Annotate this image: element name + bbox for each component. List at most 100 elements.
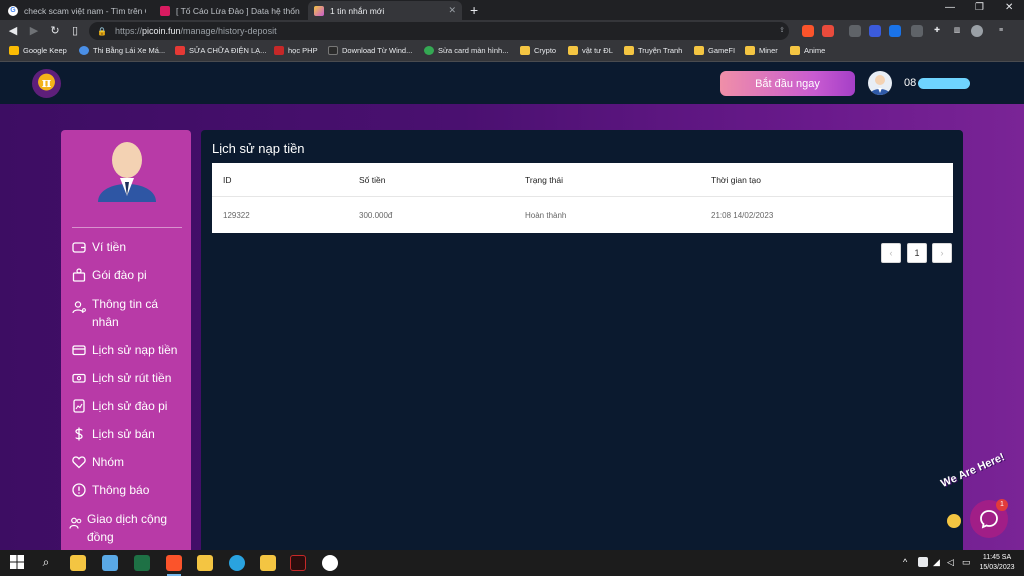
dollar-icon bbox=[75, 427, 83, 441]
bookmark-folder-anime[interactable]: Anime bbox=[790, 46, 825, 55]
sidebar-item-mining-package[interactable]: Gói đào pi bbox=[72, 266, 182, 284]
browser-tab-scam-report[interactable]: [ Tố Cáo Lừa Đảo ] Data hệ thống Che bbox=[154, 1, 306, 20]
back-icon[interactable]: ◀ bbox=[5, 23, 21, 39]
bookmark-driving-test[interactable]: Thi Bằng Lái Xe Má... bbox=[79, 46, 165, 55]
extension-1-icon[interactable] bbox=[849, 25, 861, 37]
folder-icon bbox=[520, 46, 530, 55]
globe-icon bbox=[79, 46, 89, 55]
start-now-button[interactable]: Bắt đầu ngay bbox=[720, 71, 855, 96]
keyboard-language-icon[interactable]: ▭ bbox=[962, 557, 971, 568]
pi-logo[interactable]: π bbox=[32, 69, 61, 98]
bookmark-google-keep[interactable]: Google Keep bbox=[9, 46, 67, 55]
new-tab-icon[interactable]: + bbox=[470, 2, 478, 18]
browser-toolbar: ◀ ▶ ↻ ▯ 🔒 https://picoin.fun/manage/hist… bbox=[0, 20, 1024, 42]
pagination-page-1[interactable]: 1 bbox=[907, 243, 927, 263]
bookmark-folder-crypto[interactable]: Crypto bbox=[520, 46, 556, 55]
reload-icon[interactable]: ↻ bbox=[47, 23, 63, 39]
site-icon bbox=[328, 46, 338, 55]
bookmark-page-icon[interactable]: ▯ bbox=[67, 23, 83, 39]
sidebar-toggle-icon[interactable]: ▥ bbox=[951, 25, 963, 37]
lock-favicon-icon bbox=[160, 5, 170, 16]
minimize-window-icon[interactable]: — bbox=[945, 2, 955, 13]
extension-4-icon[interactable] bbox=[911, 25, 923, 37]
bookmarks-bar: Google Keep Thi Bằng Lái Xe Má... SỬA CH… bbox=[0, 42, 1024, 62]
volume-icon[interactable]: ◁ bbox=[947, 557, 954, 568]
share-icon[interactable]: ⇪ bbox=[776, 25, 788, 37]
bookmark-folder-gamefi[interactable]: GameFI bbox=[694, 46, 735, 55]
browser-tab-bar: G check scam việt nam - Tìm trên Google … bbox=[0, 0, 1024, 20]
keep-icon bbox=[9, 46, 19, 55]
credit-card-icon bbox=[72, 345, 86, 356]
app-icon[interactable] bbox=[102, 555, 118, 571]
bookmark-download[interactable]: Download Từ Wind... bbox=[328, 46, 412, 55]
app-icon[interactable] bbox=[290, 555, 306, 571]
extension-2-icon[interactable] bbox=[869, 25, 881, 37]
bookmark-folder-comics[interactable]: Truyện Tranh bbox=[624, 46, 682, 55]
folder-icon bbox=[790, 46, 800, 55]
app-icon[interactable] bbox=[197, 555, 213, 571]
profile-avatar bbox=[96, 138, 158, 202]
telegram-icon[interactable] bbox=[229, 555, 245, 571]
sidebar-item-sales-history[interactable]: Lịch sử bán bbox=[72, 425, 182, 443]
tray-app-icon[interactable] bbox=[918, 557, 928, 567]
package-icon bbox=[72, 268, 86, 282]
clock-time: 11:45 SA bbox=[982, 554, 1012, 561]
column-header-created-time: Thời gian tạo bbox=[711, 174, 761, 185]
sidebar-item-mining-history[interactable]: Lịch sử đào pi bbox=[72, 397, 182, 415]
address-bar[interactable]: 🔒 https://picoin.fun/manage/history-depo… bbox=[89, 22, 789, 40]
sidebar-item-withdraw-history[interactable]: Lịch sử rút tiền bbox=[72, 369, 182, 387]
tray-expand-icon[interactable]: ^ bbox=[903, 557, 907, 567]
deposit-history-table: ID Số tiền Trạng thái Thời gian tạo 1293… bbox=[212, 163, 953, 233]
network-icon[interactable]: ◢ bbox=[933, 557, 940, 568]
pagination-next-button[interactable]: › bbox=[932, 243, 952, 263]
deposit-history-panel: Lịch sử nạp tiền ID Số tiền Trạng thái T… bbox=[201, 130, 963, 550]
bookmark-php[interactable]: học PHP bbox=[274, 46, 318, 55]
taskbar-clock[interactable]: 11:45 SA 15/03/2023 bbox=[974, 553, 1020, 573]
bookmark-folder-miner[interactable]: Miner bbox=[745, 46, 778, 55]
menu-icon[interactable]: ≡ bbox=[995, 25, 1007, 37]
pagination-prev-button[interactable]: ‹ bbox=[881, 243, 901, 263]
table-header: ID Số tiền Trạng thái Thời gian tạo bbox=[212, 163, 953, 197]
column-header-status: Trạng thái bbox=[525, 174, 563, 185]
forward-icon[interactable]: ▶ bbox=[26, 23, 42, 39]
close-tab-icon[interactable]: ✕ bbox=[448, 5, 456, 16]
users-icon bbox=[69, 517, 82, 529]
site-icon bbox=[424, 46, 434, 55]
user-phone: 08 bbox=[904, 77, 917, 89]
brave-rewards-icon[interactable] bbox=[822, 25, 834, 37]
bookmark-video-card[interactable]: Sửa card màn hình... bbox=[424, 46, 508, 55]
folder-icon bbox=[745, 46, 755, 55]
file-explorer-icon[interactable] bbox=[70, 555, 86, 571]
user-avatar[interactable] bbox=[868, 71, 892, 95]
sidebar-item-community-trading[interactable]: Giao dịch cộng đồng bbox=[69, 510, 177, 546]
sidebar-item-personal-info[interactable]: Thông tin cá nhân bbox=[72, 295, 182, 331]
brave-browser-icon[interactable] bbox=[166, 555, 182, 571]
sidebar-divider bbox=[72, 227, 182, 228]
excel-icon[interactable] bbox=[134, 555, 150, 571]
bookmark-folder-supplies[interactable]: vật tư ĐL bbox=[568, 46, 613, 55]
windows-start-icon[interactable] bbox=[10, 555, 26, 571]
app-icon[interactable] bbox=[322, 555, 338, 571]
app-icon[interactable] bbox=[260, 555, 276, 571]
close-window-icon[interactable]: ✕ bbox=[1005, 2, 1013, 13]
clock-date: 15/03/2023 bbox=[979, 564, 1015, 571]
restore-window-icon[interactable]: ❐ bbox=[975, 2, 984, 13]
extensions-puzzle-icon[interactable]: ✚ bbox=[931, 25, 943, 37]
bookmark-electrical-repair[interactable]: SỬA CHỮA ĐIỆN LẠ... bbox=[175, 46, 266, 55]
browser-tab-google-search[interactable]: G check scam việt nam - Tìm trên Google bbox=[2, 1, 152, 20]
windows-logo-icon bbox=[10, 555, 24, 569]
alert-circle-icon bbox=[72, 483, 86, 497]
browser-tab-new-message[interactable]: 1 tin nhắn mới ✕ bbox=[308, 1, 462, 20]
extension-3-icon[interactable] bbox=[889, 25, 901, 37]
chat-bubble-icon bbox=[980, 510, 998, 529]
brave-shield-icon[interactable] bbox=[802, 25, 814, 37]
search-icon[interactable]: ⌕ bbox=[38, 555, 54, 571]
site-favicon-icon bbox=[314, 5, 324, 16]
sidebar-item-wallet[interactable]: Ví tiền bbox=[72, 238, 182, 256]
site-icon bbox=[175, 46, 185, 55]
sidebar-item-notifications[interactable]: Thông báo bbox=[72, 481, 182, 499]
lock-icon: 🔒 bbox=[97, 26, 107, 36]
sidebar-item-group[interactable]: Nhóm bbox=[72, 453, 182, 471]
profile-icon[interactable] bbox=[971, 25, 983, 37]
sidebar-item-deposit-history[interactable]: Lịch sử nạp tiền bbox=[72, 341, 182, 359]
